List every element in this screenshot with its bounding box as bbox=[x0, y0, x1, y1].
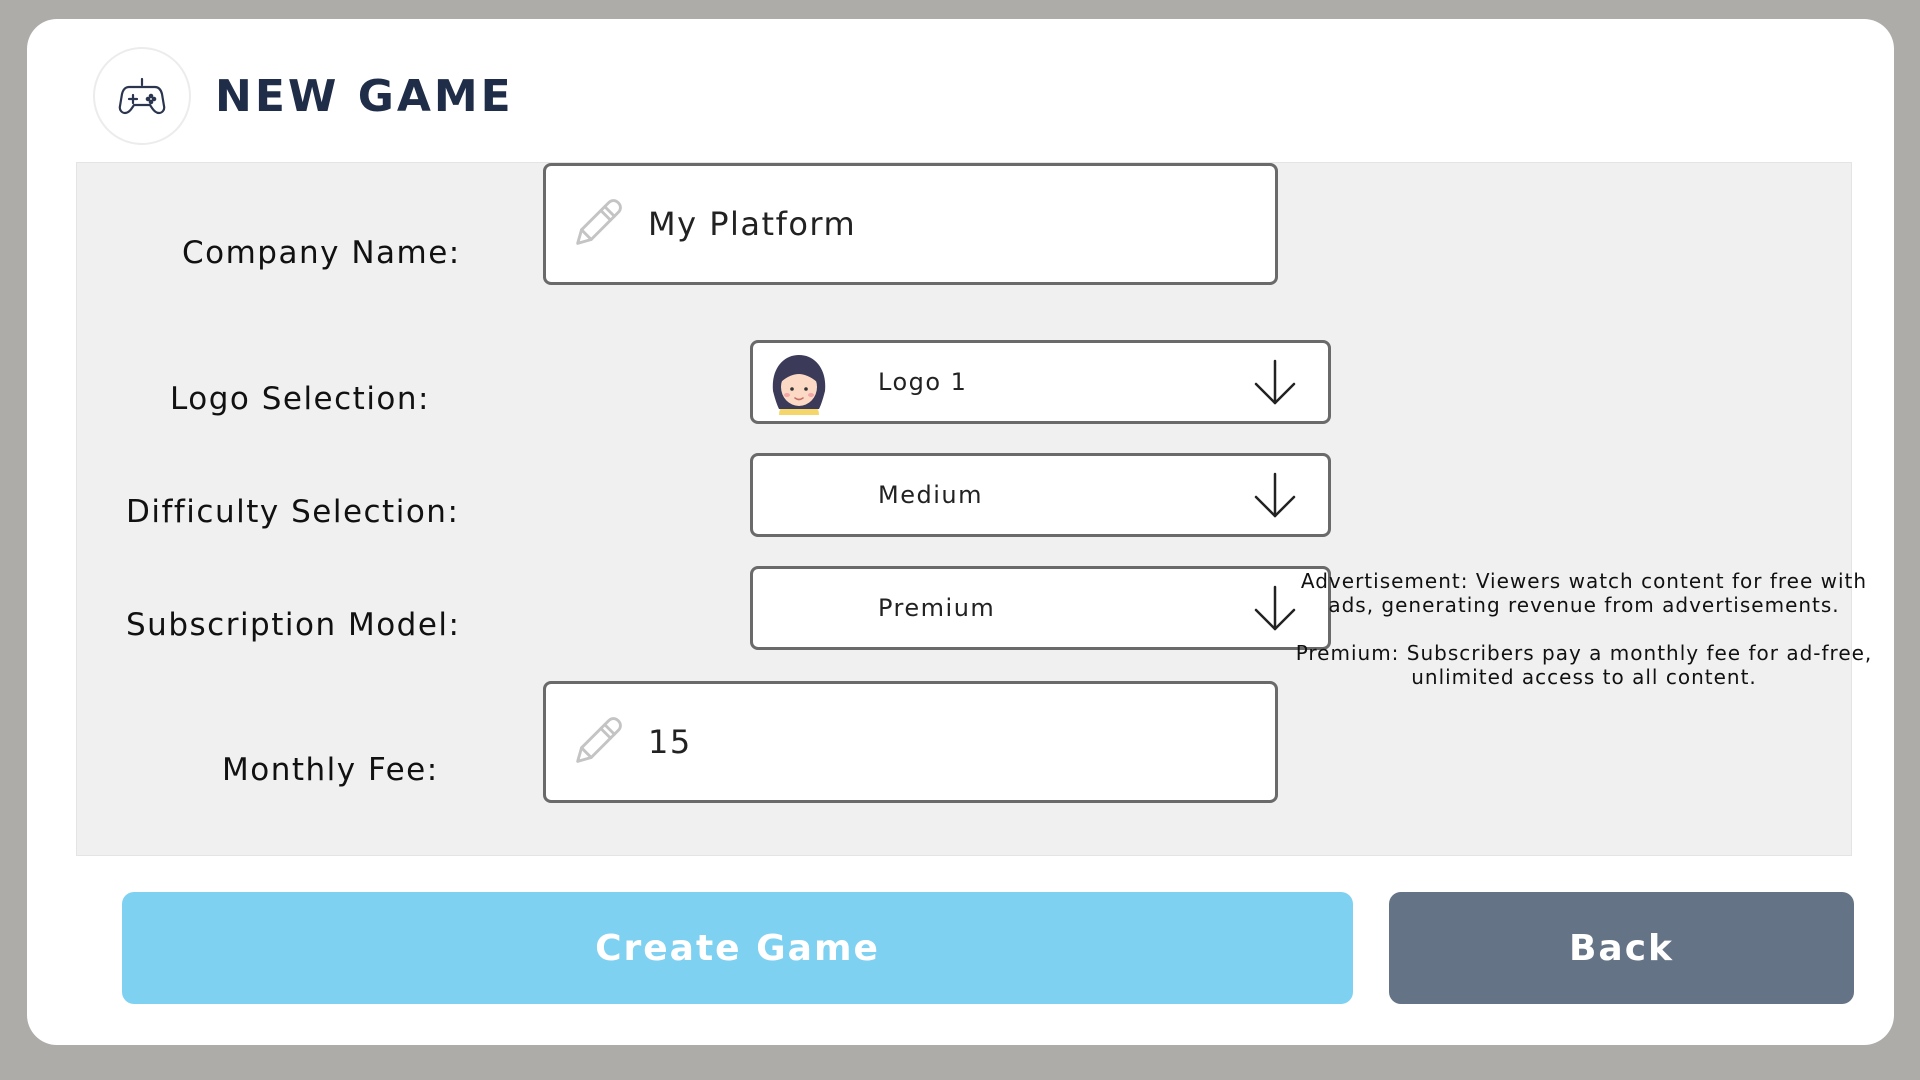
company-name-value: My Platform bbox=[648, 205, 857, 243]
chevron-down-icon bbox=[1254, 359, 1296, 405]
chevron-down-icon bbox=[1254, 585, 1296, 631]
page-title: NEW GAME bbox=[215, 71, 514, 122]
subscription-select[interactable]: Premium bbox=[750, 566, 1331, 650]
gamepad-icon-badge bbox=[93, 47, 191, 145]
difficulty-select[interactable]: Medium bbox=[750, 453, 1331, 537]
monthly-fee-label: Monthly Fee: bbox=[222, 752, 439, 788]
pencil-icon bbox=[576, 717, 622, 763]
premium-description: Premium: Subscribers pay a monthly fee f… bbox=[1295, 641, 1873, 689]
logo-selection-label: Logo Selection: bbox=[170, 381, 430, 417]
pencil-icon bbox=[576, 199, 622, 245]
monthly-fee-value: 15 bbox=[648, 723, 692, 761]
logo-select[interactable]: Logo 1 bbox=[750, 340, 1331, 424]
subscription-model-label: Subscription Model: bbox=[126, 607, 461, 643]
company-name-label: Company Name: bbox=[182, 235, 461, 271]
subscription-info: Advertisement: Viewers watch content for… bbox=[1294, 569, 1874, 689]
subscription-select-value: Premium bbox=[878, 594, 996, 622]
gamepad-icon bbox=[118, 77, 166, 115]
company-name-field[interactable]: My Platform bbox=[543, 163, 1278, 285]
difficulty-select-value: Medium bbox=[878, 481, 983, 509]
advertisement-description: Advertisement: Viewers watch content for… bbox=[1300, 569, 1868, 617]
logo-select-value: Logo 1 bbox=[878, 368, 968, 396]
avatar-girl-icon bbox=[772, 355, 826, 415]
form-panel: Company Name: My Platform Logo Selection… bbox=[76, 162, 1852, 856]
difficulty-selection-label: Difficulty Selection: bbox=[126, 494, 460, 530]
chevron-down-icon bbox=[1254, 472, 1296, 518]
monthly-fee-field[interactable]: 15 bbox=[543, 681, 1278, 803]
create-game-button[interactable]: Create Game bbox=[122, 892, 1353, 1004]
back-button[interactable]: Back bbox=[1389, 892, 1854, 1004]
new-game-dialog: NEW GAME Company Name: My Platform Logo … bbox=[27, 19, 1894, 1045]
